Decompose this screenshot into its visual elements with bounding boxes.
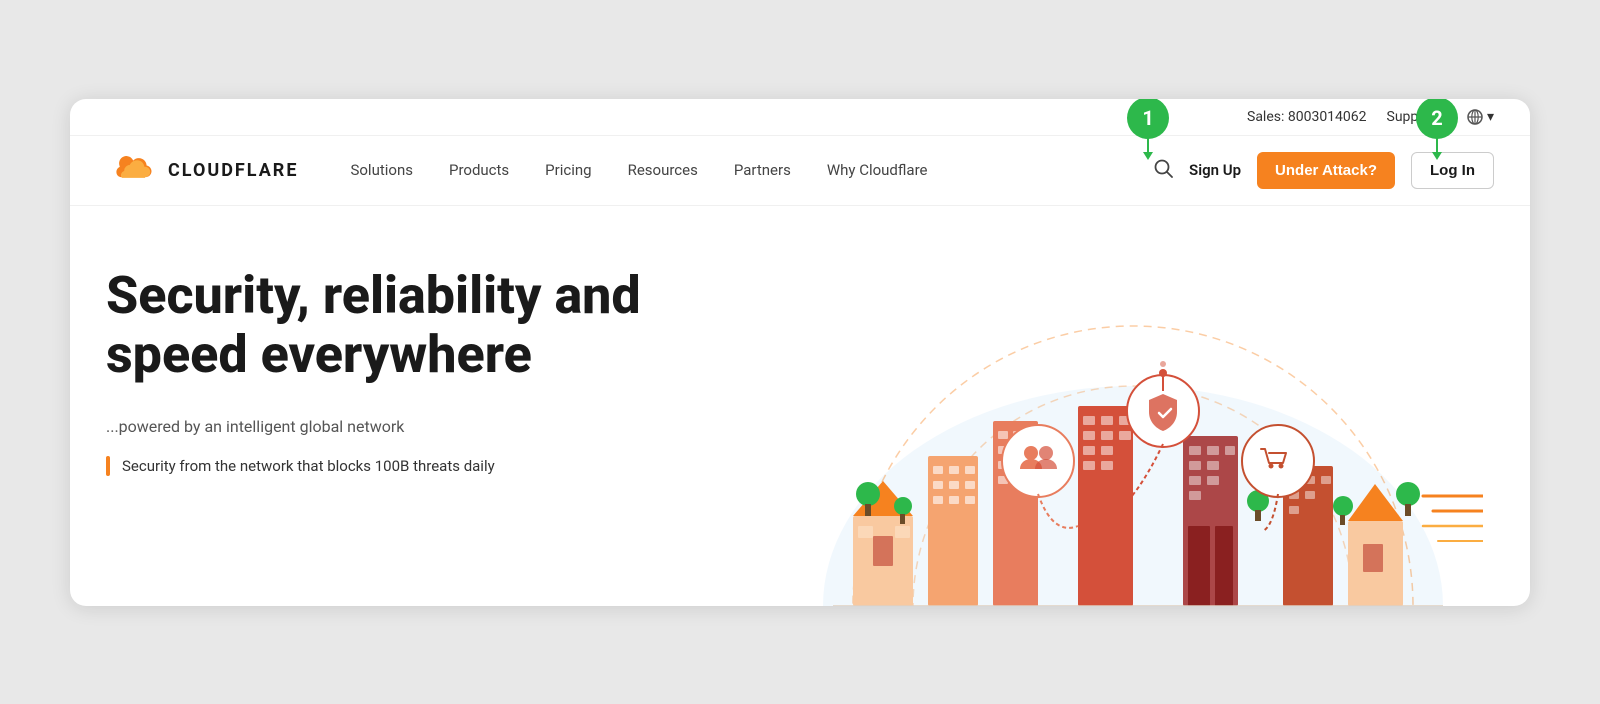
under-attack-button[interactable]: Under Attack? bbox=[1257, 152, 1395, 189]
search-icon bbox=[1153, 158, 1173, 178]
annotation-1: 1 bbox=[1127, 99, 1169, 139]
sales-phone: Sales: 8003014062 bbox=[1247, 109, 1367, 125]
nav-why-cloudflare[interactable]: Why Cloudflare bbox=[827, 161, 928, 179]
logo-icon bbox=[106, 152, 158, 188]
search-button[interactable] bbox=[1153, 158, 1173, 183]
annotation-2: 2 bbox=[1416, 99, 1458, 139]
hero-illustration bbox=[772, 266, 1494, 606]
hero-subtitle: ...powered by an intelligent global netw… bbox=[106, 417, 772, 436]
main-nav: CLOUDFLARE Solutions Products Pricing Re… bbox=[70, 136, 1530, 206]
browser-card: 1 2 Sales: 8003014062 Support ▾ ▾ bbox=[70, 99, 1530, 606]
nav-items: Solutions Products Pricing Resources Par… bbox=[350, 161, 1121, 179]
hero-section: Security, reliability and speed everywhe… bbox=[70, 206, 1530, 606]
nav-partners[interactable]: Partners bbox=[734, 161, 791, 179]
login-button[interactable]: Log In bbox=[1411, 152, 1494, 189]
nav-solutions[interactable]: Solutions bbox=[350, 161, 413, 179]
signup-link[interactable]: Sign Up bbox=[1189, 161, 1241, 179]
brand-name: CLOUDFLARE bbox=[168, 160, 298, 181]
orange-accent-bar bbox=[106, 456, 110, 476]
nav-products[interactable]: Products bbox=[449, 161, 509, 179]
nav-resources[interactable]: Resources bbox=[628, 161, 698, 179]
hero-text: Security, reliability and speed everywhe… bbox=[106, 266, 772, 606]
globe-icon bbox=[1467, 109, 1483, 125]
nav-pricing[interactable]: Pricing bbox=[545, 161, 591, 179]
hero-title: Security, reliability and speed everywhe… bbox=[106, 266, 772, 386]
globe-link[interactable]: ▾ bbox=[1467, 109, 1494, 125]
nav-actions: Sign Up Under Attack? Log In bbox=[1153, 152, 1494, 189]
hero-tagline: Security from the network that blocks 10… bbox=[106, 456, 772, 476]
city-illustration bbox=[783, 266, 1483, 606]
logo-area[interactable]: CLOUDFLARE bbox=[106, 152, 298, 188]
top-bar: Sales: 8003014062 Support ▾ ▾ bbox=[70, 99, 1530, 136]
